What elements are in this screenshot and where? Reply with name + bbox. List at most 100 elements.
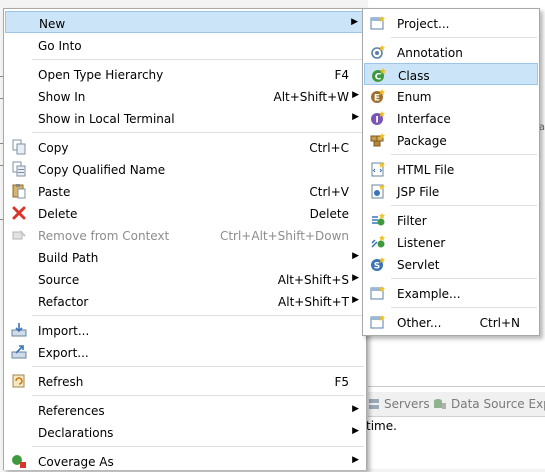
- menu-item-export[interactable]: Export...: [5, 341, 365, 363]
- menu-item-import[interactable]: Import...: [5, 319, 365, 341]
- data-source-explorer-tab-label: Data Source Exp: [451, 397, 545, 411]
- enum-icon: E: [371, 89, 385, 104]
- menu-item-label: Show in Local Terminal: [38, 112, 175, 126]
- submenu-item-annotation[interactable]: Annotation: [364, 41, 538, 63]
- menu-item-label: Remove from Context: [38, 229, 170, 243]
- console-text: time.: [366, 419, 397, 433]
- menu-item-label: Refresh: [38, 375, 84, 389]
- svg-text:S: S: [374, 262, 380, 272]
- submenu-item-listener[interactable]: Listener: [364, 231, 538, 253]
- menu-item-refresh[interactable]: Refresh F5: [5, 370, 365, 392]
- menu-item-label: Servlet: [397, 258, 440, 272]
- submenu-item-servlet[interactable]: S Servlet: [364, 253, 538, 275]
- jsp-file-icon: [371, 184, 385, 199]
- example-icon: [370, 286, 385, 300]
- export-icon: [11, 345, 27, 359]
- servers-tab[interactable]: Servers: [368, 397, 430, 411]
- menu-item-label: Export...: [38, 346, 89, 360]
- interface-icon: I: [371, 111, 385, 126]
- menu-item-label: Show In: [38, 90, 86, 104]
- menu-item-delete[interactable]: Delete Delete: [5, 202, 365, 224]
- data-source-explorer-tab[interactable]: Data Source Exp: [433, 397, 545, 411]
- menu-item-label: Interface: [397, 112, 451, 126]
- menu-separator: [391, 278, 537, 279]
- shortcut-label: F5: [334, 375, 349, 389]
- menu-item-new[interactable]: New ▶: [5, 11, 365, 33]
- shortcut-label: Alt+Shift+W: [273, 90, 350, 104]
- svg-text:I: I: [375, 116, 378, 126]
- copy-icon: [12, 139, 26, 155]
- submenu-item-filter[interactable]: Filter: [364, 209, 538, 231]
- submenu-item-jsp-file[interactable]: JSP File: [364, 180, 538, 202]
- menu-separator: [32, 315, 364, 316]
- menu-item-paste[interactable]: Paste Ctrl+V: [5, 180, 365, 202]
- shortcut-label: Ctrl+Alt+Shift+Down: [219, 229, 349, 243]
- menu-separator: [391, 307, 537, 308]
- menu-separator: [32, 59, 364, 60]
- shortcut-label: F4: [334, 68, 349, 82]
- menu-item-label: Enum: [397, 90, 432, 104]
- menu-item-remove-from-context: Remove from Context Ctrl+Alt+Shift+Down: [5, 224, 365, 246]
- menu-item-build-path[interactable]: Build Path ▶: [5, 246, 365, 268]
- menu-item-label: Go Into: [38, 39, 82, 53]
- menu-item-label: HTML File: [397, 163, 455, 177]
- menu-item-open-type-hierarchy[interactable]: Open Type Hierarchy F4: [5, 63, 365, 85]
- servers-icon: [369, 399, 379, 409]
- menu-item-copy[interactable]: Copy Ctrl+C: [5, 136, 365, 158]
- submenu-arrow-icon: ▶: [352, 251, 359, 261]
- menu-item-references[interactable]: References ▶: [5, 399, 365, 421]
- submenu-item-html-file[interactable]: HTML File: [364, 158, 538, 180]
- bottom-panel-tabbar: Servers Data Source Exp: [368, 392, 545, 417]
- menu-item-label: Other...: [397, 316, 442, 330]
- annotation-icon: [371, 45, 385, 59]
- submenu-item-enum[interactable]: E Enum: [364, 85, 538, 107]
- data-source-explorer-icon: [434, 398, 446, 409]
- menu-item-label: New: [39, 17, 66, 31]
- submenu-item-other[interactable]: Other... Ctrl+N: [364, 311, 538, 333]
- coverage-icon: [12, 455, 26, 468]
- menu-item-declarations[interactable]: Declarations ▶: [5, 421, 365, 443]
- menu-separator: [391, 154, 537, 155]
- new-project-icon: [370, 16, 385, 30]
- paste-icon: [12, 184, 26, 199]
- delete-icon: [12, 206, 26, 220]
- menu-item-go-into[interactable]: Go Into: [5, 34, 365, 56]
- menu-item-show-in-local-terminal[interactable]: Show in Local Terminal ▶: [5, 107, 365, 129]
- menu-item-label: Copy Qualified Name: [38, 163, 166, 177]
- context-menu: New ▶ Go Into Open Type Hierarchy F4 Sho…: [3, 8, 367, 470]
- submenu-item-interface[interactable]: I Interface: [364, 107, 538, 129]
- menu-item-label: Open Type Hierarchy: [38, 68, 164, 82]
- class-icon: C: [372, 68, 386, 83]
- menu-item-label: Declarations: [38, 426, 114, 440]
- refresh-icon: [12, 374, 25, 388]
- shortcut-label: Alt+Shift+T: [278, 295, 349, 309]
- menu-item-label: Coverage As: [38, 455, 114, 469]
- shortcut-label: Delete: [309, 207, 349, 221]
- submenu-arrow-icon: ▶: [351, 17, 358, 27]
- shortcut-label: Ctrl+V: [309, 185, 349, 199]
- menu-item-label: Build Path: [38, 251, 99, 265]
- shortcut-label: Alt+Shift+S: [277, 273, 349, 287]
- listener-icon: [371, 235, 385, 248]
- submenu-item-class[interactable]: C Class: [364, 63, 538, 85]
- submenu-item-package[interactable]: Package: [364, 129, 538, 151]
- remove-from-context-icon: [12, 230, 26, 240]
- menu-item-refactor[interactable]: Refactor Alt+Shift+T ▶: [5, 290, 365, 312]
- svg-text:C: C: [375, 73, 382, 83]
- panel-divider: [368, 386, 545, 387]
- package-icon: [370, 133, 385, 147]
- menu-item-source[interactable]: Source Alt+Shift+S ▶: [5, 268, 365, 290]
- copy-qualified-name-icon: [12, 161, 26, 177]
- submenu-arrow-icon: ▶: [352, 404, 359, 414]
- menu-item-label: Filter: [397, 214, 427, 228]
- submenu-arrow-icon: ▶: [352, 426, 359, 436]
- menu-item-copy-qualified-name[interactable]: Copy Qualified Name: [5, 158, 365, 180]
- menu-item-label: Project...: [397, 17, 450, 31]
- submenu-item-example[interactable]: Example...: [364, 282, 538, 304]
- submenu-arrow-icon: ▶: [352, 455, 359, 465]
- menu-item-label: Delete: [38, 207, 78, 221]
- menu-item-show-in[interactable]: Show In Alt+Shift+W ▶: [5, 85, 365, 107]
- submenu-arrow-icon: ▶: [352, 273, 359, 283]
- submenu-item-project[interactable]: Project...: [364, 12, 538, 34]
- menu-item-label: Paste: [38, 185, 71, 199]
